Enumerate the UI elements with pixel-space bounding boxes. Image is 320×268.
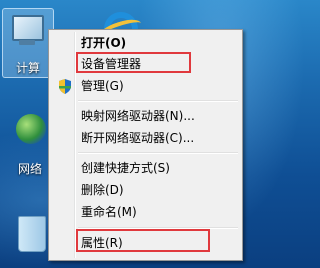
computer-desktop-icon[interactable]: 计算 bbox=[2, 8, 54, 78]
menu-separator bbox=[78, 152, 238, 154]
menu-item-manage[interactable]: 管理(G) bbox=[51, 75, 240, 97]
menu-item-label: 创建快捷方式(S) bbox=[81, 161, 170, 175]
menu-item-label: 删除(D) bbox=[81, 183, 124, 197]
recycle-bin-icon bbox=[18, 216, 46, 252]
menu-item-rename[interactable]: 重命名(M) bbox=[51, 201, 240, 223]
recycle-bin-desktop-icon[interactable] bbox=[12, 212, 52, 262]
menu-item-map-network-drive[interactable]: 映射网络驱动器(N)... bbox=[51, 105, 240, 127]
menu-item-disconnect-network-drive[interactable]: 断开网络驱动器(C)... bbox=[51, 127, 240, 149]
menu-item-label: 映射网络驱动器(N)... bbox=[81, 109, 195, 123]
menu-item-label: 打开(O) bbox=[81, 36, 127, 50]
network-desktop-icon[interactable]: 网络 bbox=[6, 110, 54, 180]
computer-icon-label: 计算 bbox=[15, 61, 40, 75]
shield-icon bbox=[59, 79, 71, 94]
menu-item-label: 重命名(M) bbox=[81, 205, 137, 219]
network-icon-label: 网络 bbox=[17, 162, 42, 176]
menu-item-label: 断开网络驱动器(C)... bbox=[81, 131, 195, 145]
computer-stand bbox=[19, 40, 35, 45]
menu-separator bbox=[78, 100, 238, 102]
menu-item-open[interactable]: 打开(O) bbox=[51, 32, 240, 54]
computer-icon bbox=[12, 15, 44, 41]
menu-item-label: 管理(G) bbox=[81, 79, 124, 93]
properties-highlight bbox=[76, 229, 210, 252]
menu-item-delete[interactable]: 删除(D) bbox=[51, 179, 240, 201]
device-manager-highlight bbox=[76, 52, 191, 73]
network-globe-icon bbox=[16, 114, 46, 144]
menu-item-create-shortcut[interactable]: 创建快捷方式(S) bbox=[51, 157, 240, 179]
